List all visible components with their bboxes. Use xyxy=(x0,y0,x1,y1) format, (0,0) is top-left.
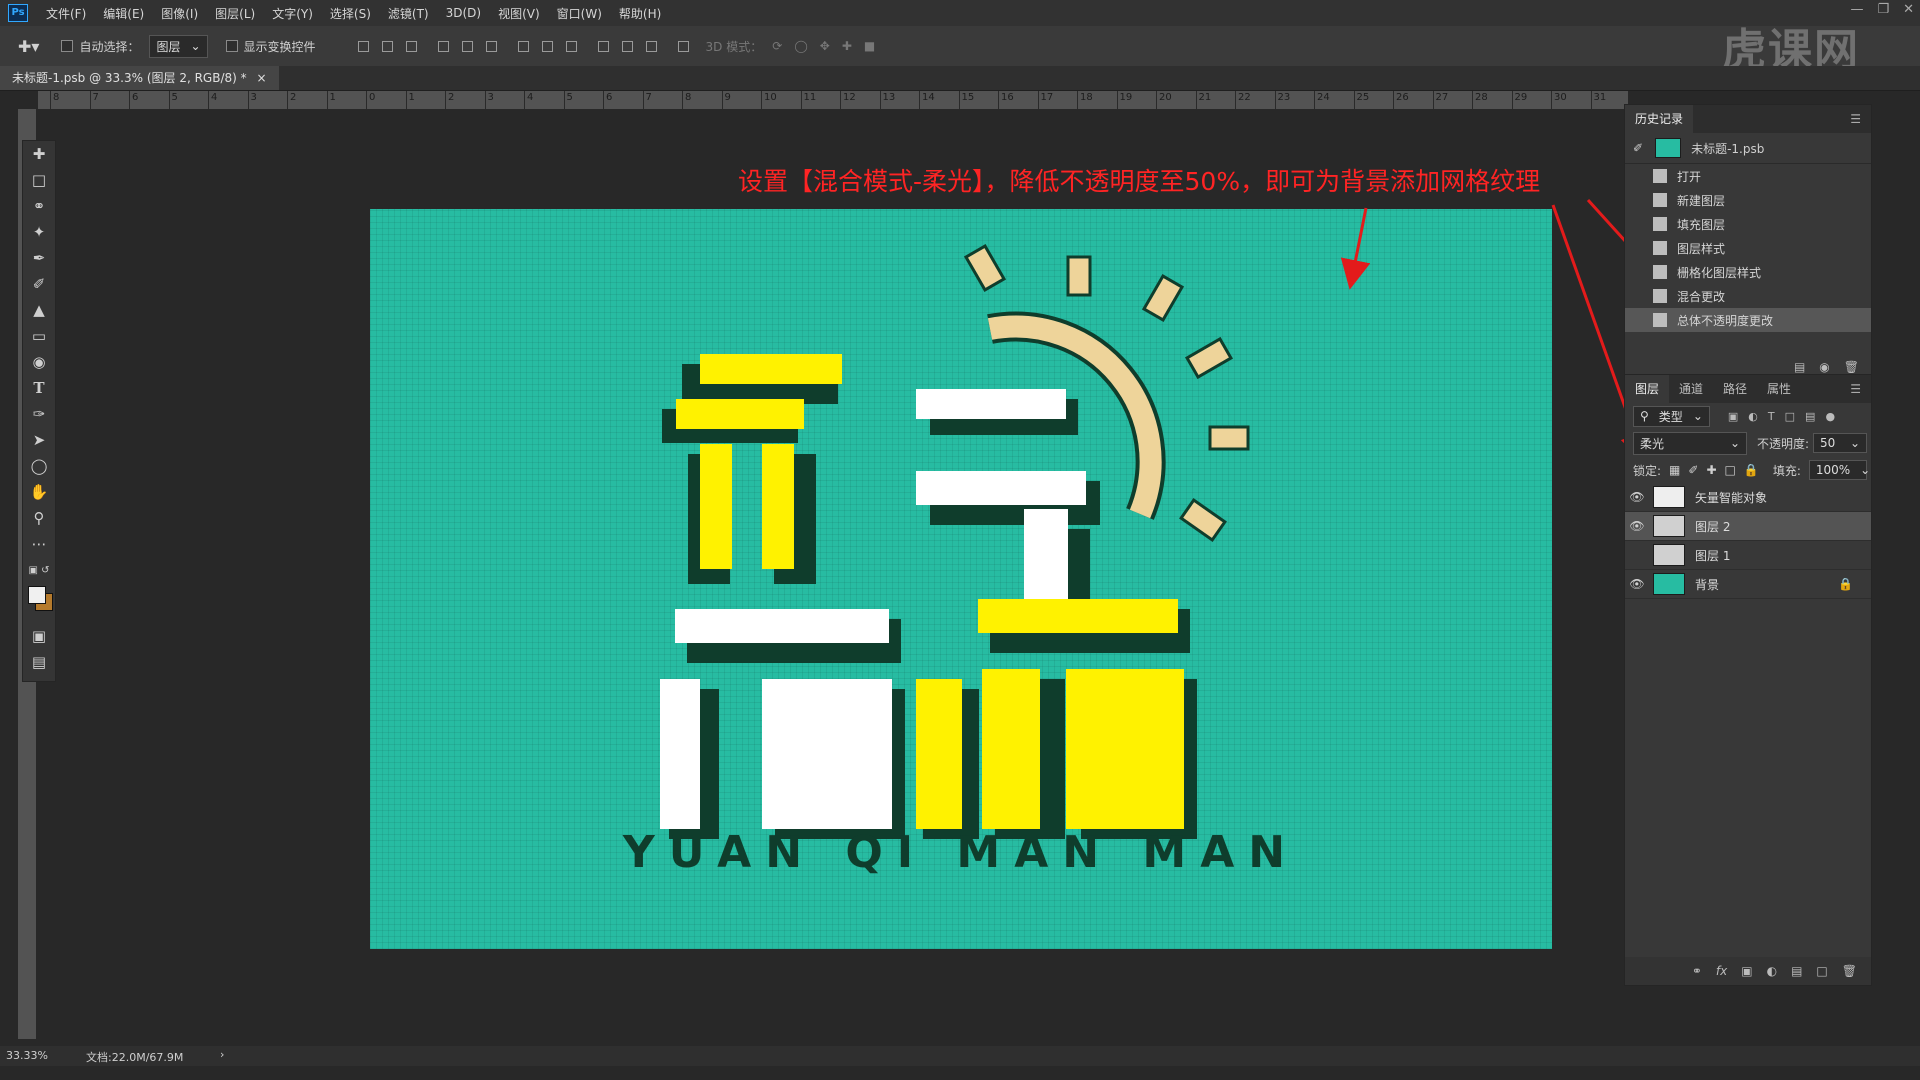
layer-name: 矢量智能对象 xyxy=(1695,490,1768,505)
fill-value: 100% xyxy=(1815,463,1851,477)
history-snapshot[interactable]: ✐ 未标题-1.psb xyxy=(1625,133,1871,164)
layer-row[interactable]: 👁 矢量智能对象 xyxy=(1625,483,1871,512)
adjustment-layer-icon[interactable]: ◐ xyxy=(1767,964,1777,978)
history-state-icon xyxy=(1653,265,1667,279)
history-item[interactable]: 填充图层 xyxy=(1625,212,1871,236)
eye-icon[interactable]: 👁 xyxy=(1625,577,1649,591)
layer-row[interactable]: 图层 1 xyxy=(1625,541,1871,570)
blend-mode-value: 柔光 xyxy=(1640,436,1665,451)
lock-icon: 🔒 xyxy=(1838,577,1853,591)
history-item-label: 填充图层 xyxy=(1677,217,1726,232)
panel-menu-icon[interactable]: ☰ xyxy=(1850,112,1861,126)
new-document-icon[interactable]: ▤ xyxy=(1794,360,1805,374)
lock-label: 锁定: xyxy=(1633,463,1662,478)
chevron-down-icon: ⌄ xyxy=(1729,436,1740,450)
history-item[interactable]: 栅格化图层样式 xyxy=(1625,260,1871,284)
lock-position-icon[interactable]: ✚ xyxy=(1706,463,1716,477)
history-item[interactable]: 打开 xyxy=(1625,164,1871,188)
filter-pixel-icon[interactable]: ▣ xyxy=(1728,410,1738,423)
status-bar: 33.33% 文档:22.0M/67.9M › xyxy=(0,1046,1920,1066)
eye-icon[interactable]: 👁 xyxy=(1625,519,1649,533)
snapshot-thumbnail xyxy=(1655,138,1682,158)
layer-name: 图层 1 xyxy=(1695,548,1731,563)
history-panel: 历史记录 ☰ ✐ 未标题-1.psb 打开 新建图层 填充图层 图层样式 栅格化… xyxy=(1624,104,1872,383)
panel-menu-icon[interactable]: ☰ xyxy=(1850,382,1861,396)
chevron-down-icon: ⌄ xyxy=(1849,436,1861,450)
link-layers-icon[interactable]: ⚭ xyxy=(1692,964,1702,978)
layer-name: 背景 xyxy=(1695,577,1720,592)
fill-label: 填充: xyxy=(1772,463,1801,478)
tab-channels[interactable]: 通道 xyxy=(1669,375,1713,403)
filter-type-icon[interactable]: T xyxy=(1768,410,1775,423)
history-brush-icon[interactable]: ✐ xyxy=(1633,141,1643,155)
chevron-down-icon: ⌄ xyxy=(1692,409,1703,423)
history-item-label: 新建图层 xyxy=(1677,193,1726,208)
lock-image-icon[interactable]: ✐ xyxy=(1688,463,1698,477)
arrow-to-canvas xyxy=(1340,207,1371,290)
filter-smart-icon[interactable]: ▤ xyxy=(1805,410,1815,423)
lock-fill-row: 锁定: ▦ ✐ ✚ □ 🔒 填充: 100% ⌄ xyxy=(1625,457,1871,483)
history-state-icon xyxy=(1653,313,1667,327)
layers-footer: ⚭ fx ▣ ◐ ▤ □ 🗑 xyxy=(1625,957,1871,985)
lock-all-icon[interactable]: 🔒 xyxy=(1744,463,1759,477)
blend-mode-dropdown[interactable]: 柔光 ⌄ xyxy=(1633,431,1747,455)
chevron-right-icon[interactable]: › xyxy=(220,1048,224,1061)
history-item-label: 混合更改 xyxy=(1677,289,1726,304)
history-item-label: 栅格化图层样式 xyxy=(1677,265,1762,280)
history-item[interactable]: 图层样式 xyxy=(1625,236,1871,260)
opacity-value: 50 xyxy=(1820,436,1836,450)
history-item-label: 总体不透明度更改 xyxy=(1677,313,1774,328)
filter-toggle-icon[interactable]: ● xyxy=(1825,410,1835,423)
filter-icons: ▣ ◐ T □ ▤ ● xyxy=(1728,410,1835,423)
trash-icon[interactable]: 🗑 xyxy=(1844,360,1859,374)
filter-type-value: 类型 xyxy=(1658,409,1683,424)
history-footer: ▤ ◉ 🗑 xyxy=(1794,360,1859,374)
eye-icon[interactable]: 👁 xyxy=(1625,490,1649,504)
history-state-icon xyxy=(1653,169,1667,183)
history-item-active[interactable]: 总体不透明度更改 xyxy=(1625,308,1871,332)
new-group-icon[interactable]: ▤ xyxy=(1791,964,1802,978)
camera-icon[interactable]: ◉ xyxy=(1819,360,1829,374)
filter-type-dropdown[interactable]: ⚲ 类型 ⌄ xyxy=(1633,405,1710,427)
trash-icon[interactable]: 🗑 xyxy=(1842,964,1857,978)
tab-properties[interactable]: 属性 xyxy=(1757,375,1801,403)
opacity-label: 不透明度: xyxy=(1757,436,1810,451)
layer-row-active[interactable]: 👁 图层 2 xyxy=(1625,512,1871,541)
history-state-icon xyxy=(1653,289,1667,303)
document-size: 文档:22.0M/67.9M xyxy=(86,1051,184,1064)
fill-input[interactable]: 100% ⌄ xyxy=(1808,460,1871,480)
history-state-icon xyxy=(1653,217,1667,231)
layer-name: 图层 2 xyxy=(1695,519,1731,534)
chevron-down-icon: ⌄ xyxy=(1860,463,1871,477)
add-mask-icon[interactable]: ▣ xyxy=(1741,964,1752,978)
layer-thumbnail xyxy=(1653,486,1685,508)
history-state-icon xyxy=(1653,193,1667,207)
history-item[interactable]: 新建图层 xyxy=(1625,188,1871,212)
layers-panel: 图层 通道 路径 属性 ☰ ⚲ 类型 ⌄ ▣ ◐ T □ ▤ ● 柔光 ⌄ 不透明度:… xyxy=(1624,374,1872,986)
layer-thumbnail xyxy=(1653,515,1685,537)
history-item-label: 图层样式 xyxy=(1677,241,1726,256)
zoom-level[interactable]: 33.33% xyxy=(6,1049,48,1062)
layer-row[interactable]: 👁 背景 🔒 xyxy=(1625,570,1871,599)
filter-adjust-icon[interactable]: ◐ xyxy=(1748,410,1758,423)
opacity-input[interactable]: 50 ⌄ xyxy=(1813,433,1868,453)
new-layer-icon[interactable]: □ xyxy=(1816,964,1827,978)
layer-thumbnail xyxy=(1653,573,1685,595)
history-item-label: 打开 xyxy=(1677,169,1702,184)
blend-opacity-row: 柔光 ⌄ 不透明度: 50 ⌄ xyxy=(1625,429,1871,457)
lock-artboard-icon[interactable]: □ xyxy=(1725,463,1736,477)
history-item[interactable]: 混合更改 xyxy=(1625,284,1871,308)
tab-layers[interactable]: 图层 xyxy=(1625,375,1670,403)
search-icon: ⚲ xyxy=(1640,409,1649,423)
tab-history[interactable]: 历史记录 xyxy=(1625,105,1694,133)
history-state-icon xyxy=(1653,241,1667,255)
filter-shape-icon[interactable]: □ xyxy=(1785,410,1795,423)
tab-paths[interactable]: 路径 xyxy=(1713,375,1757,403)
snapshot-name: 未标题-1.psb xyxy=(1691,141,1765,156)
lock-transparent-icon[interactable]: ▦ xyxy=(1669,463,1680,477)
layer-filter-row: ⚲ 类型 ⌄ ▣ ◐ T □ ▤ ● xyxy=(1625,403,1871,429)
fx-icon[interactable]: fx xyxy=(1716,964,1727,978)
layer-thumbnail xyxy=(1653,544,1685,566)
